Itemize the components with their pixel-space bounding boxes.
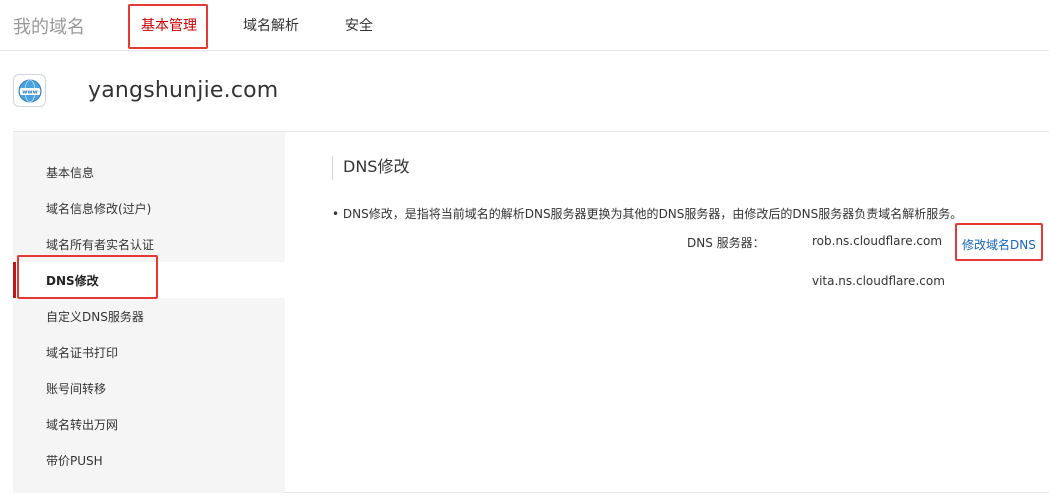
sidebar-item-label: 域名信息修改(过户) bbox=[46, 202, 152, 216]
sidebar-item-domain-info-modify[interactable]: 域名信息修改(过户) bbox=[13, 190, 285, 226]
sidebar-item-price-push[interactable]: 带价PUSH bbox=[13, 442, 285, 478]
sidebar-item-label: 基本信息 bbox=[46, 166, 95, 180]
sidebar-item-basic-info[interactable]: 基本信息 bbox=[13, 154, 285, 190]
sidebar-item-dns-modify[interactable]: DNS修改 bbox=[13, 262, 285, 298]
tab-dns-resolution[interactable]: 域名解析 bbox=[243, 15, 299, 35]
sidebar-item-label: 域名证书打印 bbox=[46, 346, 119, 360]
sidebar-item-certificate-print[interactable]: 域名证书打印 bbox=[13, 334, 285, 370]
sidebar-item-label: 域名所有者实名认证 bbox=[46, 238, 155, 252]
brand-title: 我的域名 bbox=[13, 17, 85, 38]
sidebar-item-label: 账号间转移 bbox=[46, 382, 107, 396]
sidebar-item-custom-dns-server[interactable]: 自定义DNS服务器 bbox=[13, 298, 285, 334]
sidebar-item-label: DNS修改 bbox=[46, 274, 99, 288]
dns-server-label: DNS 服务器： bbox=[687, 236, 765, 250]
sidebar-item-owner-verification[interactable]: 域名所有者实名认证 bbox=[13, 226, 285, 262]
nameserver-2: vita.ns.cloudflare.com bbox=[812, 274, 945, 288]
tab-security[interactable]: 安全 bbox=[345, 15, 373, 35]
sidebar-item-account-transfer[interactable]: 账号间转移 bbox=[13, 370, 285, 406]
main-content bbox=[285, 131, 1049, 493]
dns-description: • DNS修改，是指将当前域名的解析DNS服务器更换为其他的DNS服务器，由修改… bbox=[332, 207, 963, 221]
domain-name-title: yangshunjie.com bbox=[88, 78, 279, 103]
tab-basic-management[interactable]: 基本管理 bbox=[141, 15, 197, 35]
top-nav: 我的域名 基本管理 域名解析 安全 bbox=[0, 0, 1049, 51]
section-title: DNS修改 bbox=[332, 156, 409, 180]
sidebar-item-label: 自定义DNS服务器 bbox=[46, 310, 144, 324]
www-icon-text: www bbox=[22, 89, 38, 95]
nameserver-1: rob.ns.cloudflare.com bbox=[812, 234, 943, 248]
sidebar: 基本信息 域名信息修改(过户) 域名所有者实名认证 DNS修改 自定义DNS服务… bbox=[13, 131, 285, 493]
modify-dns-link[interactable]: 修改域名DNS bbox=[962, 236, 1036, 253]
sidebar-item-transfer-out[interactable]: 域名转出万网 bbox=[13, 406, 285, 442]
sidebar-item-label: 带价PUSH bbox=[46, 454, 103, 468]
www-globe-icon: www bbox=[13, 74, 46, 107]
sidebar-item-label: 域名转出万网 bbox=[46, 418, 119, 432]
active-indicator bbox=[13, 262, 16, 298]
